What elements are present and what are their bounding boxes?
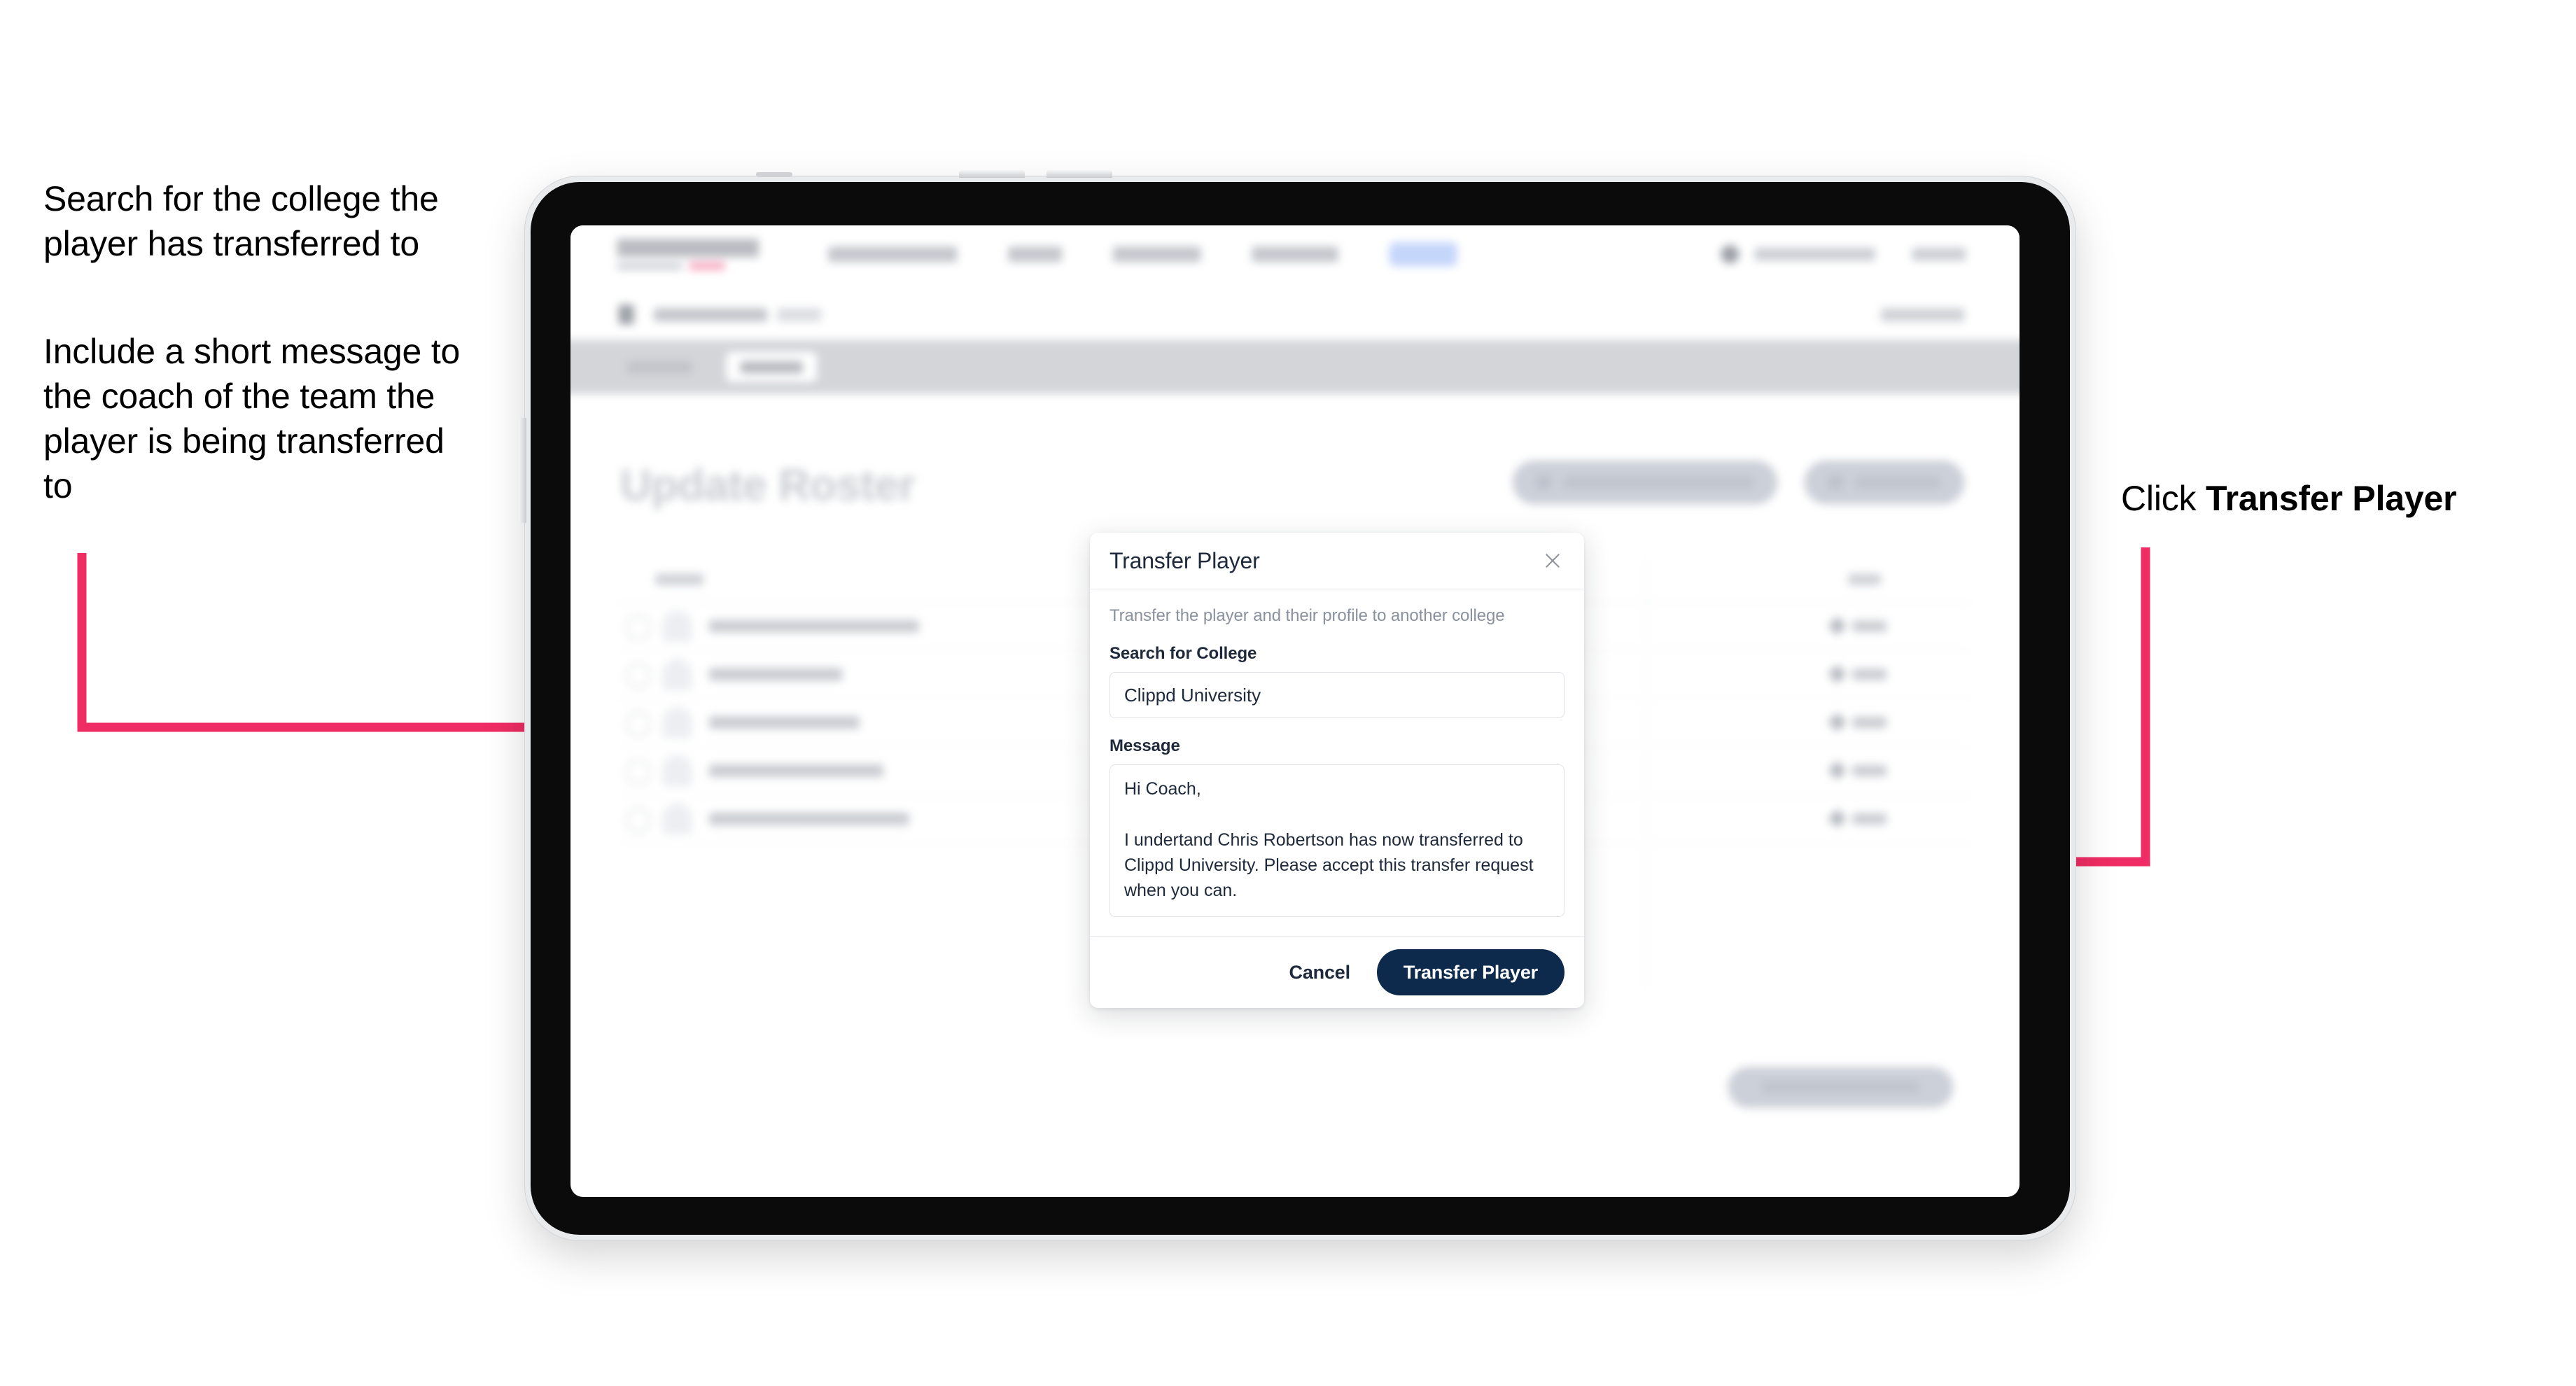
breadcrumb-icon [618,304,634,325]
account-email-label [1754,248,1875,261]
player-avatar [662,803,692,835]
request-player-transfer-button[interactable] [1512,460,1778,505]
brand-tagline-accent [689,262,725,270]
device-microphone [756,172,792,177]
player-name [709,812,909,825]
dialog-title: Transfer Player [1110,547,1260,573]
nav-item-2[interactable] [1008,246,1063,262]
nav-item-1[interactable] [828,246,958,262]
tab-roster-label [740,360,803,373]
device-volume-down-button[interactable] [1046,170,1112,178]
brand-tagline-text [617,262,682,270]
dialog-description: Transfer the player and their profile to… [1110,606,1505,625]
player-name [709,620,919,633]
row-edit-button[interactable] [1828,616,1887,636]
app-header [570,225,2019,290]
player-name [709,668,843,681]
page-title: Update Roster [620,461,916,510]
message-textarea[interactable] [1110,764,1564,917]
save-roster-changes-button[interactable] [1728,1067,1954,1108]
request-player-transfer-label [1563,476,1754,489]
add-player-label [1855,476,1940,489]
row-checkbox[interactable] [625,711,652,737]
message-field-label: Message [1110,736,1180,755]
breadcrumb-primary[interactable] [654,307,768,321]
row-edit-label [1852,668,1887,680]
plus-icon [1828,475,1843,490]
annotation-include-message: Include a short message to the coach of … [43,332,461,505]
tab-details[interactable] [617,352,702,382]
row-edit-label [1852,620,1887,632]
transfer-player-submit-button[interactable]: Transfer Player [1376,949,1564,995]
pencil-icon [1828,664,1847,684]
player-name [709,716,860,729]
breadcrumb-secondary [777,307,821,321]
tab-roster[interactable] [726,351,817,382]
breadcrumb-cancel-link[interactable] [1880,307,1965,321]
avatar[interactable] [1721,245,1740,264]
nav-item-4[interactable] [1252,246,1338,262]
close-icon[interactable] [1539,547,1566,574]
player-avatar [662,610,692,642]
dialog-footer: Cancel Transfer Player [1090,936,1584,1008]
row-checkbox[interactable] [625,807,652,834]
row-edit-button[interactable] [1828,664,1887,684]
player-avatar [662,755,692,787]
dialog-body: Transfer the player and their profile to… [1090,589,1584,936]
row-checkbox[interactable] [625,663,652,689]
pencil-icon [1828,760,1847,780]
section-tabbar [570,340,2019,394]
pencil-icon [1828,616,1847,636]
nav-badge-pill[interactable] [1389,242,1457,267]
save-roster-changes-label [1761,1082,1919,1093]
annotation-click-prefix: Click [2121,479,2206,518]
primary-nav [828,242,1457,267]
player-name [709,764,884,778]
row-edit-button[interactable] [1828,808,1887,828]
add-player-button[interactable] [1804,460,1965,505]
tablet-screen: Update Roster Transfer Player Transfer t… [570,225,2019,1197]
brand-tagline [617,262,759,270]
sign-out-link[interactable] [1912,248,1966,261]
tablet-device-frame: Update Roster Transfer Player Transfer t… [519,170,2076,1240]
player-avatar [662,706,692,738]
search-college-input[interactable] [1110,672,1564,718]
brand-wordmark [617,238,759,258]
college-field-label: Search for College [1110,644,1257,663]
device-volume-up-button[interactable] [959,170,1025,178]
row-edit-label [1852,764,1887,776]
device-power-button[interactable] [519,418,526,523]
breadcrumb-bar [570,288,2019,341]
annotation-search-college: Search for the college the player has tr… [43,179,439,263]
brand-logo[interactable] [617,238,759,270]
annotation-click-transfer-player: Click Transfer Player [2121,476,2513,521]
transfer-icon [1536,475,1551,490]
row-edit-button[interactable] [1828,713,1887,732]
player-avatar [662,659,692,690]
header-account-area [1721,245,1966,264]
dialog-header: Transfer Player [1090,533,1584,589]
row-edit-button[interactable] [1828,760,1887,780]
row-checkbox[interactable] [625,759,652,785]
pencil-icon [1828,808,1847,828]
field-spacer [1110,718,1564,736]
pencil-icon [1828,713,1847,732]
nav-item-3[interactable] [1112,246,1201,262]
row-edit-label [1852,716,1887,728]
column-header-name [655,573,704,585]
row-checkbox[interactable] [625,615,652,640]
transfer-player-dialog: Transfer Player Transfer the player and … [1090,533,1584,1008]
page-action-buttons [1512,460,1965,505]
annotation-click-bold: Transfer Player [2206,479,2457,518]
column-header-edit [1848,573,1881,585]
cancel-button[interactable]: Cancel [1285,961,1354,984]
tab-details-label [626,360,692,373]
row-edit-label [1852,813,1887,825]
